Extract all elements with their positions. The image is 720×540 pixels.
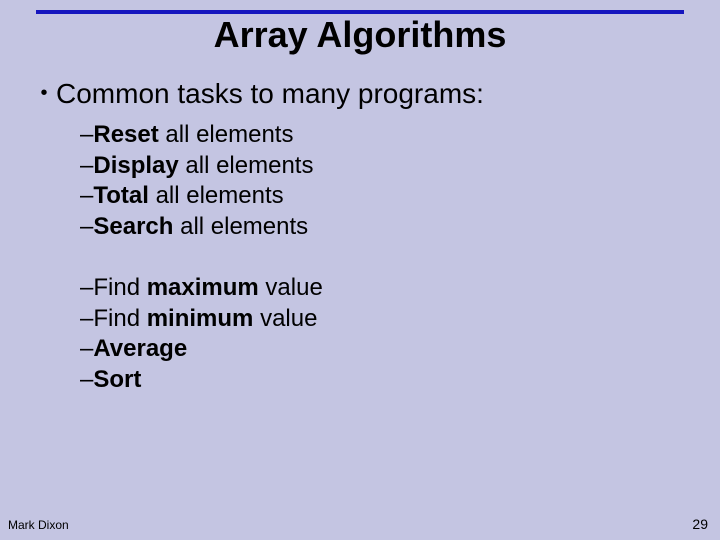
list-item: – Find maximum value [80,273,688,304]
footer-page-number: 29 [692,516,708,532]
slide-content: •Common tasks to many programs: – Reset … [32,78,688,396]
list-item: – Search all elements [80,212,688,243]
item-bold: minimum [147,305,254,332]
dash-icon: – [80,120,93,151]
bullet-dot-icon: • [32,82,56,105]
list-item: – Average [80,334,688,365]
item-bold: maximum [147,274,259,301]
item-pre: Find [93,305,146,332]
dash-icon: – [80,181,93,212]
dash-icon: – [80,151,93,182]
item-rest: all elements [149,182,284,209]
dash-icon: – [80,365,93,396]
item-bold: Sort [93,366,141,393]
footer-author: Mark Dixon [8,518,69,532]
item-rest: all elements [179,152,314,179]
item-rest: all elements [173,213,308,240]
item-bold: Average [93,335,187,362]
item-bold: Search [93,213,173,240]
list-item: – Display all elements [80,151,688,182]
item-bold: Reset [93,121,158,148]
bullet-main-text: Common tasks to many programs: [56,78,484,109]
list-item: – Sort [80,365,688,396]
list-item: – Reset all elements [80,120,688,151]
list-item: – Total all elements [80,181,688,212]
sublist-group-1: – Reset all elements – Display all eleme… [80,120,688,243]
sublist-group-2: – Find maximum value – Find minimum valu… [80,273,688,396]
slide-title: Array Algorithms [0,14,720,56]
item-rest: all elements [159,121,294,148]
bullet-main: •Common tasks to many programs: [32,78,688,110]
dash-icon: – [80,334,93,365]
list-item: – Find minimum value [80,304,688,335]
dash-icon: – [80,273,93,304]
item-pre: Find [93,274,146,301]
item-bold: Total [93,182,149,209]
dash-icon: – [80,304,93,335]
spacer [32,243,688,273]
item-rest: value [253,305,317,332]
dash-icon: – [80,212,93,243]
item-bold: Display [93,152,178,179]
item-rest: value [259,274,323,301]
